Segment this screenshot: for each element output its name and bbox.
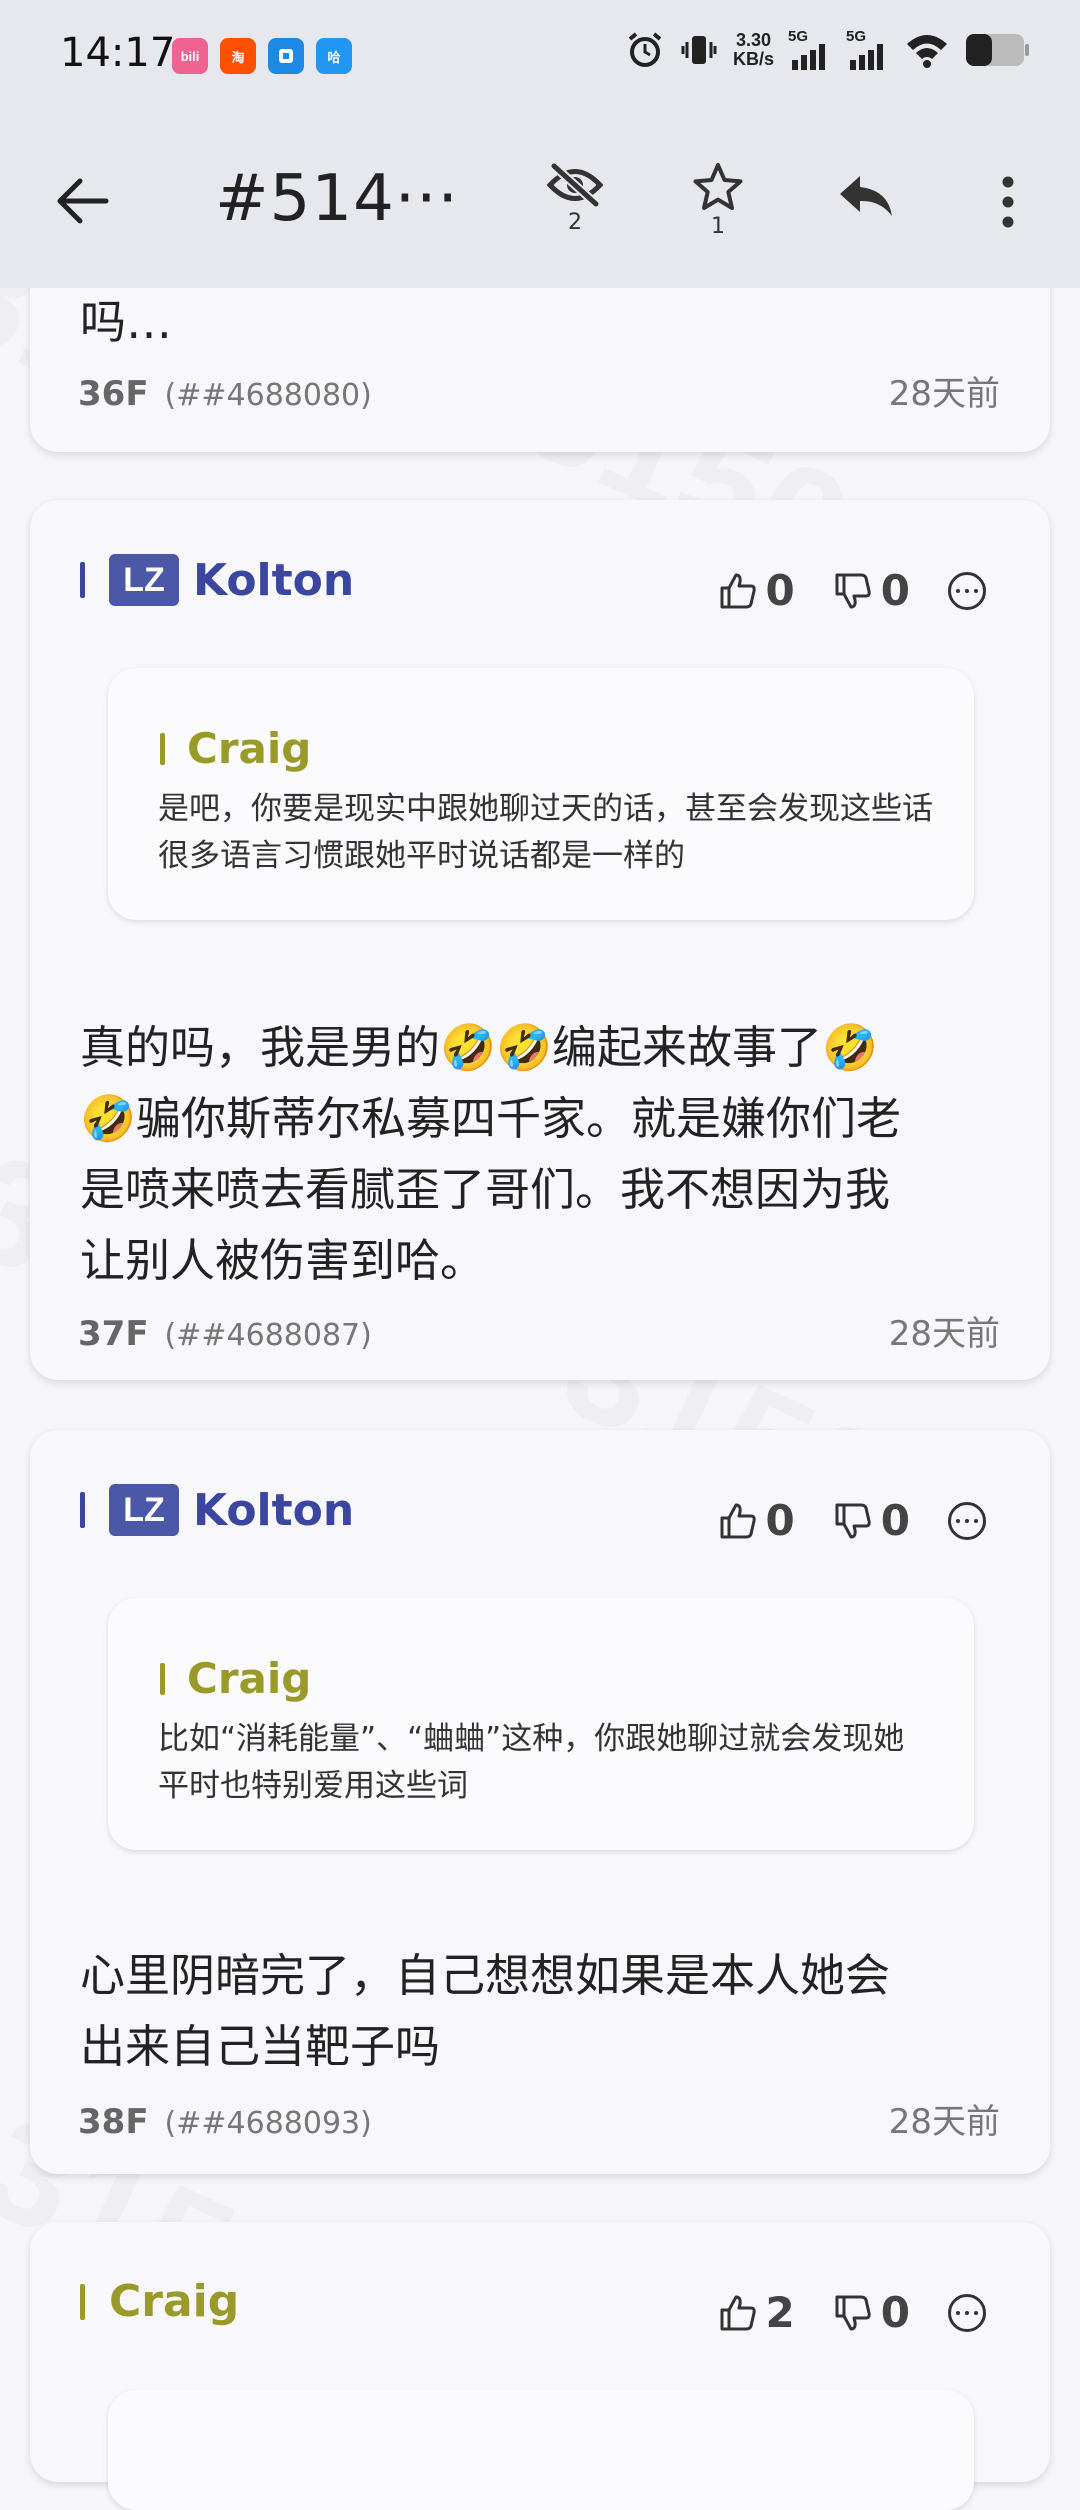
post-time: 28天前 — [888, 2102, 1000, 2142]
post-author[interactable]: Craig — [80, 2276, 239, 2327]
signal-icon — [792, 44, 825, 70]
quoted-post[interactable]: Craig 比如“消耗能量”、“蛐蛐”这种，你跟她聊过就会发现她平时也特别爱用这… — [108, 1598, 974, 1850]
dislike-count: 0 — [880, 2288, 910, 2337]
author-name: Kolton — [193, 554, 355, 606]
thumbs-up-icon — [720, 1503, 756, 1538]
like-count: 0 — [765, 1496, 795, 1545]
hello-app-icon: 哈 — [316, 38, 352, 74]
wifi-icon — [907, 35, 947, 68]
post-id: (##4688087) — [164, 1318, 372, 1353]
vote-bar: 2 0 — [718, 2288, 986, 2337]
quoted-post[interactable] — [108, 2390, 974, 2510]
favorite-count: 1 — [711, 214, 725, 239]
post-card: Craig 2 0 — [30, 2222, 1050, 2510]
lz-badge: LZ — [109, 1484, 179, 1536]
author-name: Kolton — [193, 1484, 355, 1536]
floor-number: 37F — [78, 1314, 149, 1354]
lz-badge: LZ — [109, 554, 179, 606]
post-card: LZ Kolton 0 0 Craig 是吧，你要是现实中跟她聊过天的话，甚至会… — [30, 500, 1050, 1380]
app-icon — [268, 38, 304, 74]
post-footer: 36F (##4688080) 28天前 — [78, 366, 1000, 415]
post-body: 心里阴暗完了，自己想想如果是本人她会 出来自己当靶子吗 — [80, 1949, 891, 2073]
post-time: 28天前 — [888, 1314, 1000, 1354]
sim2-signal: 5G — [846, 28, 890, 70]
quote-author: Craig — [160, 724, 311, 773]
view-count-button[interactable]: 2 — [546, 162, 604, 235]
dislike-button[interactable]: 0 — [833, 2288, 910, 2337]
more-vert-icon[interactable] — [996, 174, 1020, 230]
post-author[interactable]: LZ Kolton — [80, 554, 354, 606]
system-icons: 3.30 KB/s 5G 5G — [625, 28, 1030, 70]
post-id: (##4688080) — [164, 378, 372, 413]
vibrate-icon — [681, 36, 717, 64]
post-body: 真的吗，我是男的🤣🤣编起来故事了🤣 🤣骗你斯蒂尔私募四千家。就是嫌你们老 是喷来… — [80, 1021, 902, 1287]
signal-icon — [850, 44, 883, 70]
post-footer: 38F (##4688093) 28天前 — [78, 2094, 1000, 2143]
app-bar: #514··· 2 1 — [0, 116, 1080, 288]
dislike-count: 0 — [880, 566, 910, 615]
battery-icon — [966, 34, 1029, 66]
vote-bar: 0 0 — [718, 566, 986, 615]
taobao-app-icon: 淘 — [220, 38, 256, 74]
more-options-icon[interactable] — [948, 1501, 986, 1540]
author-bar — [80, 2283, 85, 2320]
thumbs-down-icon — [835, 1503, 871, 1538]
net-speed: 3.30 KB/s — [732, 30, 774, 69]
vote-bar: 0 0 — [718, 1496, 986, 1545]
status-bar: 14:17 bili 淘 哈 3.30 KB/s 5G 5G — [0, 0, 1080, 116]
sim1-signal: 5G — [788, 28, 832, 70]
dislike-button[interactable]: 0 — [833, 566, 910, 615]
dislike-button[interactable]: 0 — [833, 1496, 910, 1545]
author-bar — [80, 1492, 85, 1528]
thumbs-up-icon — [720, 573, 756, 608]
more-options-icon[interactable] — [948, 2293, 986, 2332]
author-bar — [160, 1662, 165, 1695]
view-count: 2 — [568, 210, 582, 235]
author-bar — [80, 562, 85, 598]
quote-author: Craig — [160, 1654, 311, 1703]
favorite-button[interactable]: 1 — [692, 162, 744, 239]
thumbs-down-icon — [835, 573, 871, 608]
eye-off-icon — [546, 162, 604, 208]
like-button[interactable]: 2 — [718, 2288, 795, 2337]
like-count: 0 — [765, 566, 795, 615]
floor-number: 36F — [78, 374, 149, 414]
like-count: 2 — [765, 2288, 795, 2337]
back-arrow-icon[interactable] — [54, 176, 110, 226]
post-id: (##4688093) — [164, 2106, 372, 2141]
quoted-post[interactable]: Craig 是吧，你要是现实中跟她聊过天的话，甚至会发现这些话很多语言习惯跟她平… — [108, 668, 974, 920]
floor-number: 38F — [78, 2102, 149, 2142]
status-time: 14:17 — [60, 30, 176, 76]
notification-app-icons: bili 淘 哈 — [172, 38, 352, 74]
dislike-count: 0 — [880, 1496, 910, 1545]
star-icon — [693, 163, 743, 210]
page-title: #514··· — [215, 162, 459, 236]
quote-text: 比如“消耗能量”、“蛐蛐”这种，你跟她聊过就会发现她平时也特别爱用这些词 — [158, 1721, 905, 1804]
quote-author-name: Craig — [187, 724, 312, 773]
post-body: 吗… — [80, 295, 172, 349]
more-options-icon[interactable] — [948, 571, 986, 610]
alarm-icon — [628, 32, 662, 67]
bilibili-app-icon: bili — [172, 38, 208, 74]
thumbs-up-icon — [720, 2295, 756, 2330]
author-bar — [160, 732, 165, 765]
thumbs-down-icon — [835, 2295, 871, 2330]
post-card: LZ Kolton 0 0 Craig 比如“消耗能量”、“蛐蛐”这种，你跟她聊… — [30, 1430, 1050, 2174]
author-name: Craig — [109, 2276, 240, 2327]
quote-author-name: Craig — [187, 1654, 312, 1703]
post-author[interactable]: LZ Kolton — [80, 1484, 354, 1536]
post-footer: 37F (##4688087) 28天前 — [78, 1306, 1000, 1355]
post-time: 28天前 — [888, 374, 1000, 414]
quote-text: 是吧，你要是现实中跟她聊过天的话，甚至会发现这些话很多语言习惯跟她平时说话都是一… — [158, 791, 933, 874]
reply-icon[interactable] — [836, 172, 896, 220]
like-button[interactable]: 0 — [718, 566, 795, 615]
like-button[interactable]: 0 — [718, 1496, 795, 1545]
